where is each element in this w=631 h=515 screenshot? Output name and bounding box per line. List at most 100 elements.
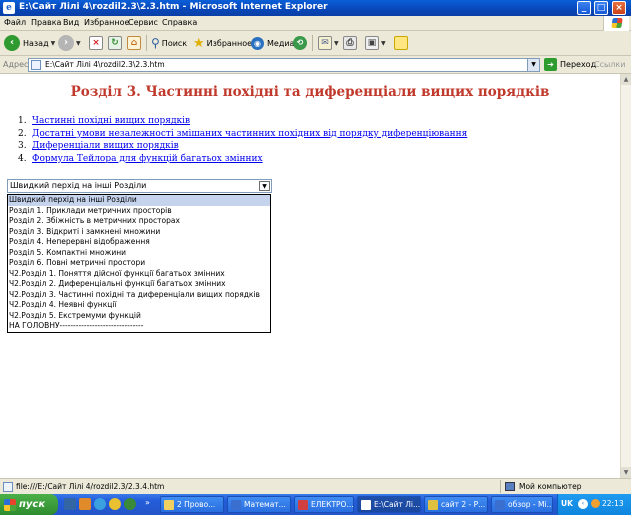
vertical-scrollbar[interactable]: ▲ ▼ — [620, 74, 631, 478]
start-button[interactable]: пуск — [0, 494, 58, 515]
menu-view[interactable]: Вид — [63, 18, 79, 27]
status-bar: file:///E:/Сайт Лілі 4/rozdil2.3/2.3.4.h… — [0, 478, 631, 494]
quicklaunch-icon[interactable] — [64, 498, 76, 510]
address-input[interactable]: E:\Сайт Лілі 4\rozdil2.3\2.3.htm ▼ — [28, 58, 540, 72]
chevron-down-icon[interactable]: ▼ — [259, 181, 270, 191]
menu-bar: Файл Правка Вид Избранное Сервис Справка — [0, 16, 631, 31]
taskbar-button-label: обзор - Mi... — [508, 500, 553, 509]
quicklaunch-icon[interactable] — [109, 498, 121, 510]
taskbar-button-label: ЕЛЕКТРО... — [311, 500, 354, 509]
taskbar-button-label: Математ... — [244, 500, 286, 509]
minimize-button[interactable]: _ — [577, 1, 591, 15]
page-content: Розділ 3. Частинні похідні та диференціа… — [0, 74, 620, 478]
dropdown-option[interactable]: Розділ 1. Приклади метричних просторів — [8, 206, 270, 217]
toolbar-separator — [146, 35, 147, 51]
search-button[interactable]: ⚲ Поиск — [151, 34, 187, 52]
dropdown-option[interactable]: Розділ 6. Повні метричні простори — [8, 258, 270, 269]
language-indicator[interactable]: UK — [561, 499, 573, 508]
chevron-down-icon[interactable]: ▼ — [527, 59, 539, 71]
chevron-down-icon: ▼ — [76, 39, 81, 47]
system-tray: UK ‹ 22:13 — [557, 494, 631, 515]
print-button[interactable]: ⎙ — [343, 34, 357, 52]
history-icon: ⟲ — [293, 36, 307, 50]
favorites-label: Избранное — [206, 38, 253, 48]
dropdown-option[interactable]: Ч2.Розділ 5. Екстремуми функцій — [8, 311, 270, 322]
quicklaunch-icon[interactable] — [124, 498, 136, 510]
taskbar-button[interactable]: 2 Прово... — [160, 496, 224, 513]
dropdown-option[interactable]: Ч2.Розділ 2. Диференціальні функції бага… — [8, 279, 270, 290]
toc-link[interactable]: Достатні умови незалежності змішаних час… — [32, 129, 467, 139]
section-select[interactable]: Швидкий перхід на інші Розділи ▼ — [7, 179, 272, 193]
dropdown-option[interactable]: Ч2.Розділ 1. Поняття дійсної функції баг… — [8, 269, 270, 280]
taskbar-button-active[interactable]: E:\Сайт Лі... — [357, 496, 421, 513]
dropdown-option[interactable]: Ч2.Розділ 3. Частинні похідні та диферен… — [8, 290, 270, 301]
toc-item: 4. Формула Тейлора для функцій багатьох з… — [18, 154, 467, 167]
toc-item: 2. Достатні умови незалежності змішаних ч… — [18, 129, 467, 142]
edit-button[interactable]: ▣ ▼ — [365, 34, 386, 52]
toc-number: 4. — [18, 153, 27, 164]
toc-number: 2. — [18, 128, 27, 139]
dropdown-option[interactable]: НА ГОЛОВНУ------------------------------… — [8, 321, 270, 332]
menu-tools[interactable]: Сервис — [128, 18, 158, 27]
edit-page-icon: ▣ — [365, 36, 379, 50]
dropdown-option[interactable]: Розділ 5. Компактні множини — [8, 248, 270, 259]
menu-help[interactable]: Справка — [162, 18, 197, 27]
toc-number: 3. — [18, 141, 27, 151]
scroll-down-icon[interactable]: ▼ — [621, 467, 631, 478]
dropdown-option[interactable]: Розділ 3. Відкриті і замкнені множини — [8, 227, 270, 238]
chevron-left-icon[interactable]: ‹ — [578, 499, 588, 509]
dropdown-option[interactable]: Розділ 4. Неперервні відображення — [8, 237, 270, 248]
ie-window: e E:\Сайт Лілі 4\rozdil2.3\2.3.htm - Mic… — [0, 0, 631, 515]
mail-button[interactable]: ✉ ▼ — [318, 34, 339, 52]
ie-quicklaunch-icon[interactable] — [94, 498, 106, 510]
dropdown-option[interactable]: Швидкий перхід на інші Розділи — [8, 195, 270, 206]
favorites-button[interactable]: ★ Избранное — [193, 34, 252, 52]
go-button[interactable]: ➔ Переход — [544, 58, 596, 71]
history-button[interactable]: ⟲ — [293, 34, 307, 52]
security-zone: Мой компьютер — [500, 480, 628, 493]
taskbar-button-label: 2 Прово... — [177, 500, 216, 509]
dropdown-option[interactable]: Ч2.Розділ 4. Неявні функції — [8, 300, 270, 311]
section-select-value: Швидкий перхід на інші Розділи — [10, 181, 147, 190]
taskbar: пуск » 2 Прово... Математ... ЕЛЕКТРО... … — [0, 494, 631, 515]
back-button[interactable]: ‹ Назад ▼ — [4, 34, 55, 52]
address-label: Адрес: — [3, 60, 32, 69]
stop-button[interactable]: × — [89, 34, 103, 52]
home-icon: ⌂ — [127, 36, 141, 50]
chevron-right-icon[interactable]: » — [145, 498, 150, 507]
media-button[interactable]: ◉ Медиа — [251, 34, 294, 52]
dropdown-option[interactable]: Розділ 2. Збіжність в метричних простора… — [8, 216, 270, 227]
links-button[interactable]: Ссылки — [594, 60, 625, 69]
menu-file[interactable]: Файл — [4, 18, 26, 27]
toc-link[interactable]: Формула Тейлора для функцій багатьох змі… — [32, 154, 263, 164]
print-icon: ⎙ — [343, 36, 357, 50]
close-button[interactable]: × — [612, 1, 626, 15]
menu-edit[interactable]: Правка — [31, 18, 61, 27]
table-of-contents: 1. Частинні похідні вищих порядків 2. Дост… — [18, 116, 467, 166]
taskbar-button[interactable]: обзор - Mi... — [491, 496, 553, 513]
taskbar-button[interactable]: сайт 2 - Р... — [424, 496, 488, 513]
menu-favorites[interactable]: Избранное — [84, 18, 129, 27]
toc-link[interactable]: Диференціали вищих порядків — [32, 141, 179, 151]
tray-app-icon[interactable] — [591, 499, 600, 508]
chevron-down-icon: ▼ — [334, 39, 339, 47]
quicklaunch-icon[interactable] — [79, 498, 91, 510]
taskbar-button[interactable]: Математ... — [227, 496, 291, 513]
scroll-up-icon[interactable]: ▲ — [621, 74, 631, 85]
go-label: Переход — [560, 60, 597, 69]
mail-icon: ✉ — [318, 36, 332, 50]
taskbar-button-label: E:\Сайт Лі... — [374, 500, 421, 509]
star-icon: ★ — [193, 35, 205, 51]
toc-link[interactable]: Частинні похідні вищих порядків — [32, 116, 190, 126]
taskbar-button[interactable]: ЕЛЕКТРО... — [294, 496, 354, 513]
back-label: Назад — [23, 38, 49, 48]
zone-label: Мой компьютер — [519, 482, 582, 491]
media-label: Медиа — [267, 38, 295, 48]
messenger-button[interactable] — [394, 34, 408, 52]
maximize-button[interactable]: □ — [594, 1, 608, 15]
forward-button[interactable]: › ▼ — [58, 34, 81, 52]
address-value: E:\Сайт Лілі 4\rozdil2.3\2.3.htm — [45, 60, 165, 69]
refresh-button[interactable]: ↻ — [108, 34, 122, 52]
section-dropdown-list: Швидкий перхід на інші Розділи Розділ 1.… — [7, 194, 271, 333]
home-button[interactable]: ⌂ — [127, 34, 141, 52]
